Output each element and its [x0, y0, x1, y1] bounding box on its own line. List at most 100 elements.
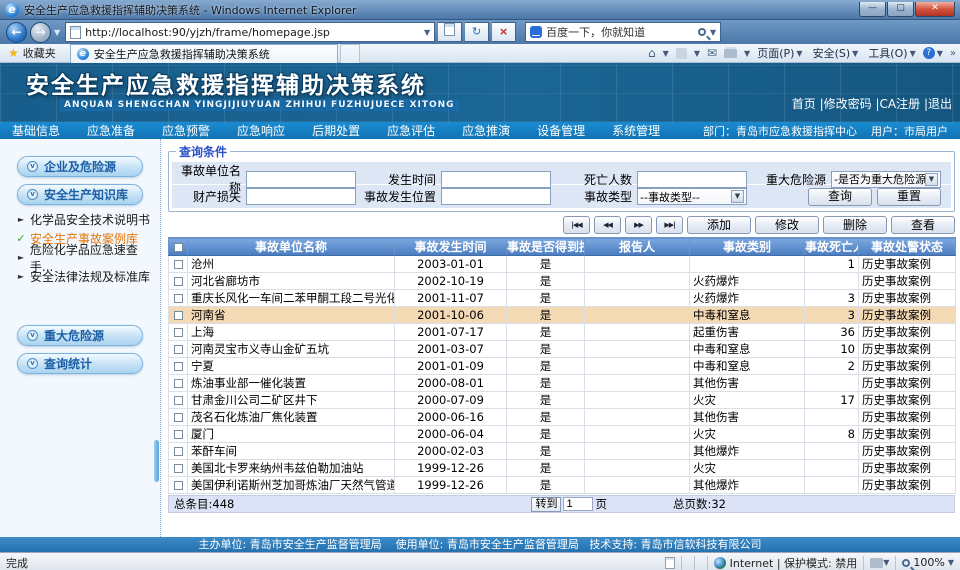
- nav-item[interactable]: 应急预警: [162, 122, 210, 139]
- row-checkbox[interactable]: [174, 447, 183, 456]
- url-text[interactable]: http://localhost:90/yjzh/frame/homepage.…: [85, 26, 420, 39]
- header-link[interactable]: 退出: [928, 97, 952, 111]
- row-checkbox[interactable]: [174, 430, 183, 439]
- forward-button[interactable]: →: [30, 22, 51, 43]
- favorites-star-icon[interactable]: ★: [8, 46, 19, 60]
- table-row[interactable]: 沧州2003-01-01是1历史事故案例: [169, 256, 956, 273]
- row-checkbox[interactable]: [174, 379, 183, 388]
- row-checkbox[interactable]: [174, 311, 183, 320]
- goto-page-button[interactable]: 转到: [531, 497, 561, 512]
- rss-icon[interactable]: [676, 48, 687, 59]
- pager-button[interactable]: ◀◀: [594, 216, 621, 234]
- row-checkbox[interactable]: [174, 362, 183, 371]
- home-icon[interactable]: ⌂: [648, 46, 656, 60]
- unit-name-input[interactable]: [246, 171, 356, 188]
- print-icon[interactable]: [724, 49, 737, 58]
- nav-item[interactable]: 应急评估: [387, 122, 435, 139]
- nav-item[interactable]: 设备管理: [537, 122, 585, 139]
- occur-time-input[interactable]: [441, 171, 551, 188]
- compatibility-view-button[interactable]: [438, 22, 462, 42]
- page-number-input[interactable]: [563, 497, 593, 511]
- nav-item[interactable]: 基础信息: [12, 122, 60, 139]
- table-row[interactable]: 苯酐车间2000-02-03是其他爆炸历史事故案例: [169, 443, 956, 460]
- network-dropdown-icon[interactable]: ▼: [883, 558, 889, 567]
- table-row[interactable]: 厦门2000-06-04是火灾8历史事故案例: [169, 426, 956, 443]
- menu-item[interactable]: 安全(S)▼: [813, 45, 859, 61]
- column-header[interactable]: 事故处警状态: [859, 238, 956, 256]
- table-row[interactable]: 宁夏2001-01-09是中毒和窒息2历史事故案例: [169, 358, 956, 375]
- column-header[interactable]: 事故单位名称: [188, 238, 395, 256]
- nav-item[interactable]: 应急推演: [462, 122, 510, 139]
- nav-item[interactable]: 应急准备: [87, 122, 135, 139]
- back-button[interactable]: ←: [6, 22, 27, 43]
- url-dropdown-icon[interactable]: ▼: [424, 28, 430, 37]
- url-field[interactable]: http://localhost:90/yjzh/frame/homepage.…: [65, 22, 435, 42]
- column-header[interactable]: 报告人: [585, 238, 690, 256]
- rss-dropdown-icon[interactable]: ▼: [694, 49, 700, 58]
- accident-type-select[interactable]: --事故类型--▼: [637, 188, 747, 205]
- header-link[interactable]: 首页: [792, 97, 816, 111]
- property-loss-input[interactable]: [246, 188, 356, 205]
- row-checkbox[interactable]: [174, 464, 183, 473]
- nav-item[interactable]: 系统管理: [612, 122, 660, 139]
- menu-item[interactable]: 工具(O)▼: [868, 45, 915, 61]
- row-checkbox[interactable]: [174, 328, 183, 337]
- table-row[interactable]: 甘肃金川公司二矿区井下2000-07-09是火灾17历史事故案例: [169, 392, 956, 409]
- table-row[interactable]: 重庆长风化一车间二苯甲酮工段二号光化釜2001-11-07是火药爆炸3历史事故案…: [169, 290, 956, 307]
- select-all-header[interactable]: [169, 238, 188, 256]
- column-header[interactable]: 事故死亡人数: [805, 238, 859, 256]
- table-row[interactable]: 河南省2001-10-06是中毒和窒息3历史事故案例: [169, 307, 956, 324]
- search-button[interactable]: 查询: [808, 188, 872, 206]
- sidebar-scrollbar[interactable]: [154, 440, 159, 482]
- toolbar-button[interactable]: 添加: [687, 216, 751, 234]
- header-link[interactable]: 修改密码: [824, 97, 872, 111]
- nav-item[interactable]: 应急响应: [237, 122, 285, 139]
- pager-button[interactable]: ▶▶: [625, 216, 652, 234]
- sidebar-section[interactable]: v企业及危险源: [17, 156, 143, 177]
- network-icon[interactable]: [870, 558, 883, 568]
- table-row[interactable]: 河北省廊坊市2002-10-19是火药爆炸历史事故案例: [169, 273, 956, 290]
- toolbar-button[interactable]: 查看: [891, 216, 955, 234]
- browser-tab[interactable]: e 安全生产应急救援指挥辅助决策系统: [70, 44, 338, 63]
- mail-icon[interactable]: ✉: [707, 46, 717, 60]
- pager-button[interactable]: ▶▶|: [656, 216, 683, 234]
- row-checkbox[interactable]: [174, 260, 183, 269]
- sidebar-item[interactable]: ►安全法律法规及标准库: [16, 267, 160, 286]
- menu-item[interactable]: 页面(P)▼: [757, 45, 802, 61]
- sidebar-item[interactable]: ►危险化学品应急速查手...: [16, 248, 160, 267]
- row-checkbox[interactable]: [174, 413, 183, 422]
- search-input-text[interactable]: 百度一下，你就知道: [546, 24, 694, 40]
- row-checkbox[interactable]: [174, 345, 183, 354]
- history-dropdown-icon[interactable]: ▼: [54, 28, 60, 37]
- row-checkbox[interactable]: [174, 294, 183, 303]
- stop-button[interactable]: ×: [492, 22, 516, 42]
- row-checkbox[interactable]: [174, 481, 183, 490]
- toolbar-button[interactable]: 删除: [823, 216, 887, 234]
- help-menu[interactable]: ?▼: [923, 47, 943, 59]
- header-link[interactable]: CA注册: [880, 97, 921, 111]
- nav-item[interactable]: 后期处置: [312, 122, 360, 139]
- refresh-button[interactable]: ↻: [465, 22, 489, 42]
- table-row[interactable]: 炼油事业部一催化装置2000-08-01是其他伤害历史事故案例: [169, 375, 956, 392]
- major-hazard-select[interactable]: -是否为重大危险源-▼: [831, 171, 941, 188]
- sidebar-section[interactable]: v重大危险源: [17, 325, 143, 346]
- sidebar-section[interactable]: v安全生产知识库: [17, 184, 143, 205]
- column-header[interactable]: 事故是否得到控制: [507, 238, 585, 256]
- pager-button[interactable]: |◀◀: [563, 216, 590, 234]
- search-icon[interactable]: [698, 28, 706, 36]
- search-dropdown-icon[interactable]: ▼: [710, 28, 716, 37]
- select-all-checkbox[interactable]: [174, 243, 183, 252]
- print-dropdown-icon[interactable]: ▼: [744, 49, 750, 58]
- minimize-button[interactable]: —: [859, 2, 886, 17]
- column-header[interactable]: 事故发生时间: [395, 238, 507, 256]
- favorites-label[interactable]: 收藏夹: [23, 45, 56, 61]
- table-row[interactable]: 河南灵宝市义寺山金矿五坑2001-03-07是中毒和窒息10历史事故案例: [169, 341, 956, 358]
- sidebar-section[interactable]: v查询统计: [17, 353, 143, 374]
- sidebar-item[interactable]: ►化学品安全技术说明书: [16, 210, 160, 229]
- deaths-input[interactable]: [637, 171, 747, 188]
- reset-button[interactable]: 重置: [877, 188, 941, 206]
- home-dropdown-icon[interactable]: ▼: [663, 49, 669, 58]
- table-row[interactable]: 美国北卡罗来纳州韦兹伯勒加油站1999-12-26是火灾历史事故案例: [169, 460, 956, 477]
- zoom-control[interactable]: 100% ▼: [902, 556, 954, 569]
- maximize-button[interactable]: ▢: [887, 2, 914, 17]
